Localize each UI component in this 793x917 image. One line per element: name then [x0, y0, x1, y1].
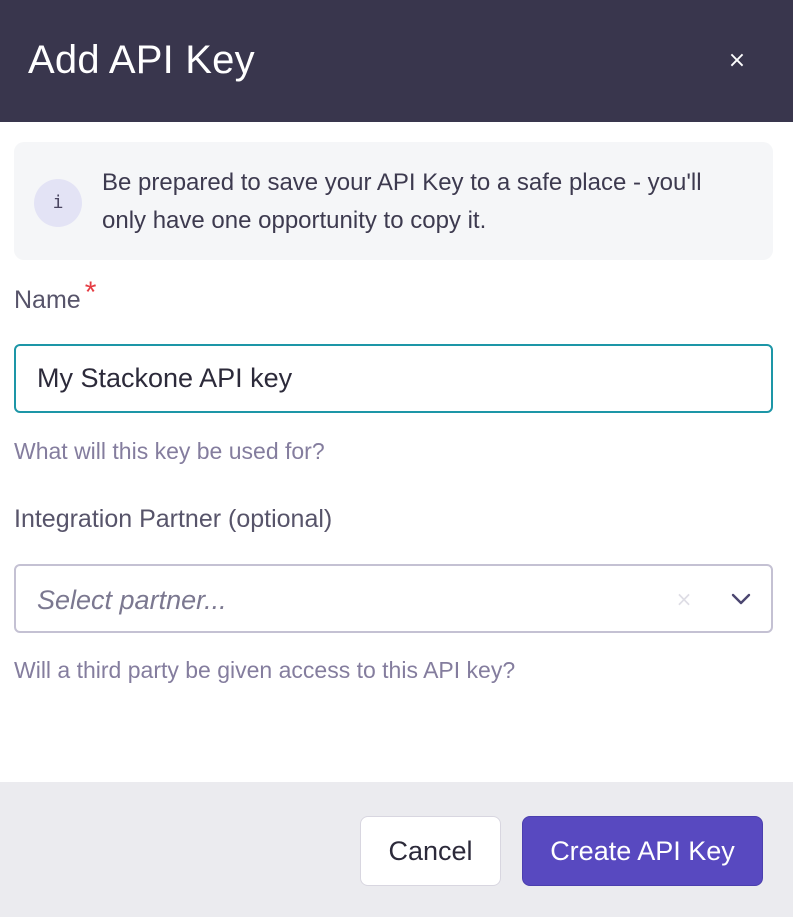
clear-icon[interactable]: ×	[672, 584, 696, 614]
modal-header: Add API Key ×	[0, 0, 793, 122]
close-icon[interactable]: ×	[721, 45, 753, 77]
info-banner: i Be prepared to save your API Key to a …	[14, 142, 773, 260]
create-api-key-button[interactable]: Create API Key	[522, 816, 763, 886]
info-icon: i	[34, 179, 82, 227]
name-label-text: Name	[14, 286, 81, 314]
modal-footer: Cancel Create API Key	[0, 782, 793, 917]
partner-helper-text: Will a third party be given access to th…	[14, 657, 516, 683]
cancel-button[interactable]: Cancel	[360, 816, 501, 886]
required-marker: *	[84, 276, 97, 309]
name-input[interactable]	[14, 344, 773, 413]
partner-select[interactable]: Select partner... ×	[14, 564, 773, 633]
name-helper-text: What will this key be used for?	[14, 438, 325, 464]
chevron-down-icon[interactable]	[728, 590, 754, 608]
info-text: Be prepared to save your API Key to a sa…	[102, 169, 702, 234]
integration-partner-label: Integration Partner (optional)	[14, 505, 333, 533]
modal-title: Add API Key	[28, 38, 255, 82]
add-api-key-modal: Add API Key × i Be prepared to save your…	[0, 0, 793, 917]
partner-select-placeholder: Select partner...	[37, 585, 227, 615]
name-label: Name *	[14, 276, 96, 317]
